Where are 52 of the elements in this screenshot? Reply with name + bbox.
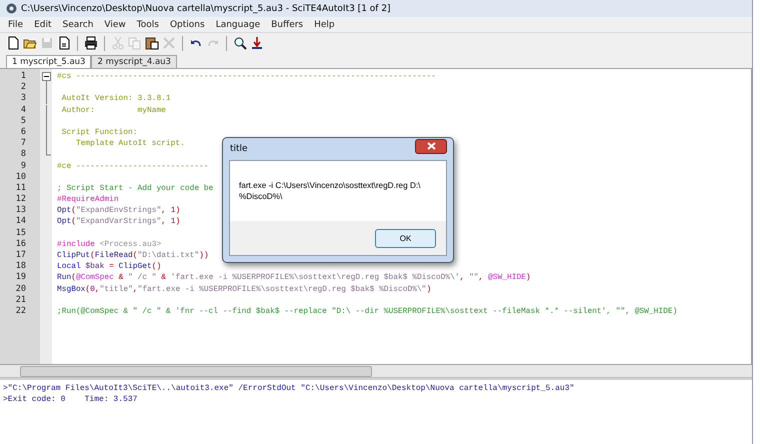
dialog-message: %DiscoD%\ <box>239 191 284 202</box>
line-number: 12 <box>14 194 27 206</box>
line-number: 16 <box>14 238 27 250</box>
horizontal-scrollbar[interactable] <box>0 365 752 378</box>
new-icon[interactable] <box>6 36 20 50</box>
line-number: 4 <box>20 104 27 116</box>
paste-icon[interactable] <box>145 36 159 50</box>
menu-item[interactable]: Buffers <box>271 20 304 30</box>
compile-icon[interactable] <box>250 36 264 50</box>
close-icon <box>426 142 436 150</box>
line-number: 22 <box>14 306 27 318</box>
print-icon[interactable] <box>84 36 98 50</box>
line-number: 18 <box>14 261 27 272</box>
file-tab[interactable]: 1 myscript_5.au3 <box>6 55 92 68</box>
scrollbar-thumb[interactable] <box>20 366 372 377</box>
menu-item[interactable]: Options <box>170 20 205 30</box>
line-number: 20 <box>14 284 27 295</box>
line-number: 5 <box>20 116 27 127</box>
line-number: 19 <box>14 272 27 284</box>
close-button[interactable] <box>415 138 447 154</box>
menu-item[interactable]: Search <box>62 20 94 30</box>
line-number: 9 <box>20 160 27 172</box>
ok-button[interactable]: OK <box>375 228 436 248</box>
document-icon[interactable] <box>57 36 71 50</box>
menu-item[interactable]: View <box>104 20 126 30</box>
line-number: 17 <box>14 250 27 262</box>
menu-item[interactable]: File <box>8 20 24 30</box>
line-number: 15 <box>14 228 27 239</box>
line-number: 10 <box>14 172 27 183</box>
line-number: 21 <box>14 294 27 306</box>
menu-item[interactable]: Tools <box>136 20 159 30</box>
output-line: >Exit code: 0 Time: 3.537 <box>3 394 138 405</box>
dialog-message: fart.exe -i C:\Users\Vincenzo\sosttext\regD.reg D:\ <box>239 180 422 191</box>
file-tab[interactable]: 2 myscript_4.au3 <box>91 55 177 68</box>
output-line: >"C:\Program Files\AutoIt3\SciTE\..\autoit3.exe" /ErrorStdOut "C:\Users\Vincenzo\Desktop\Nuova cartella\myscript_5.au3" <box>3 383 576 394</box>
menu-item[interactable]: Language <box>216 20 260 30</box>
line-number: 7 <box>20 138 27 150</box>
line-number: 14 <box>14 216 27 228</box>
line-number: 13 <box>14 205 27 216</box>
window-title: C:\Users\Vincenzo\Desktop\Nuova cartella\myscript_5.au3 - SciTE4AutoIt3 [1 of 2] <box>21 4 391 14</box>
menu-item[interactable]: Help <box>314 20 335 30</box>
menu-item[interactable]: Edit <box>34 20 52 30</box>
fold-marker-icon[interactable] <box>42 71 50 82</box>
dialog-title: title <box>230 144 248 154</box>
line-number: 6 <box>20 126 27 138</box>
find-icon[interactable] <box>233 36 247 50</box>
line-number: 2 <box>20 82 27 94</box>
line-number: 8 <box>20 149 27 160</box>
line-number: 3 <box>20 93 27 105</box>
line-number: 11 <box>14 182 27 194</box>
app-icon <box>6 3 17 14</box>
line-number: 1 <box>20 71 27 82</box>
